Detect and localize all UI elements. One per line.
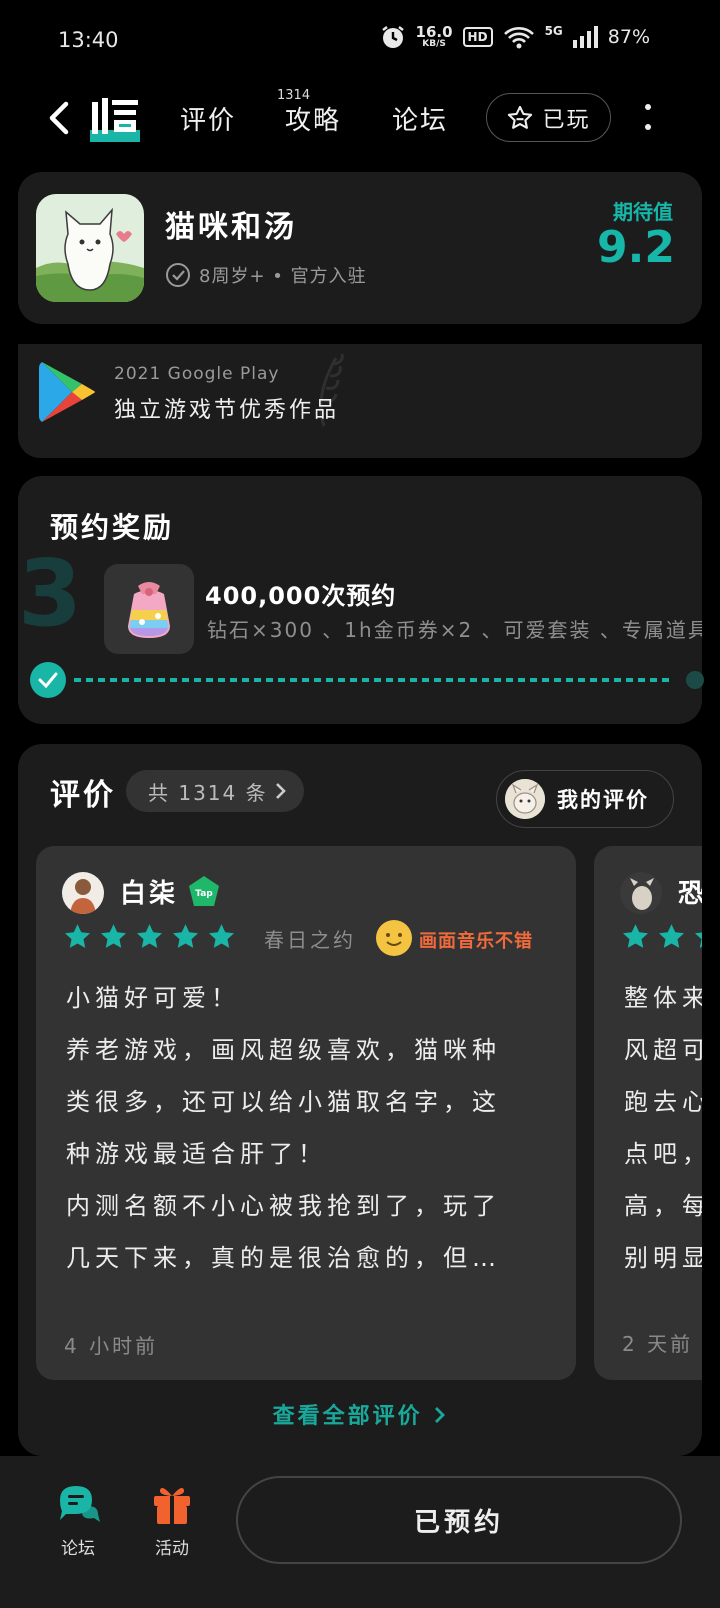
- review-line: 点吧，: [624, 1140, 702, 1168]
- progress-track: [74, 678, 674, 682]
- milestone-title: 400,000次预约: [205, 582, 397, 610]
- reviewer-name: 白柒: [120, 879, 179, 909]
- verified-check-icon: [166, 263, 190, 287]
- game-meta-text: 8周岁+ • 官方入驻: [199, 266, 367, 287]
- smile-emoji-icon: [376, 920, 412, 956]
- wifi-icon: [503, 27, 534, 49]
- review-tag: 春日之约: [264, 928, 356, 952]
- tab-guide[interactable]: 攻略: [285, 100, 341, 137]
- review-time: 2 天前: [622, 1332, 694, 1356]
- star-filled-icon: [65, 924, 90, 948]
- alarm-icon: [381, 26, 404, 48]
- played-label: 已玩: [542, 107, 591, 133]
- gift-icon: [154, 1488, 190, 1524]
- game-icon: [36, 194, 144, 302]
- review-line: 风超可: [624, 1036, 702, 1064]
- activity-button[interactable]: 活动: [132, 1482, 212, 1559]
- review-highlight: 画面音乐不错: [419, 931, 533, 952]
- google-play-icon: [39, 362, 95, 422]
- star-filled-icon: [101, 924, 126, 948]
- milestone-reached-icon: [30, 662, 66, 698]
- my-avatar: [505, 779, 545, 819]
- hd-badge: HD: [462, 27, 493, 47]
- app-logo-icon[interactable]: [90, 96, 140, 142]
- activity-label: 活动: [155, 1539, 189, 1559]
- milestone-rewards: 钻石×300 、1h金币券×2 、可爱套装 、专属道具: [207, 618, 702, 642]
- expectation-score: 9.2: [597, 222, 675, 273]
- forum-label: 论坛: [61, 1539, 95, 1559]
- star-outline-icon: [508, 105, 533, 129]
- reviews-heading: 评价: [50, 778, 116, 813]
- star-filled-icon: [173, 924, 198, 948]
- reward-bag-tile[interactable]: [104, 564, 194, 654]
- chevron-right-icon: [275, 783, 286, 799]
- played-button[interactable]: 已玩: [486, 93, 611, 142]
- net-speed-value: 16.0: [415, 23, 453, 41]
- award-year: 2021 Google Play: [114, 364, 280, 384]
- reserved-label: 已预约: [413, 1507, 504, 1538]
- reviewer-avatar[interactable]: [62, 872, 104, 914]
- review-line: 小猫好可爱！: [66, 984, 240, 1012]
- review-line: 高，每: [624, 1192, 702, 1220]
- tab-reviews[interactable]: 评价: [180, 100, 236, 137]
- milestone-number: 3: [18, 540, 83, 647]
- reviewer-name: 恐: [678, 879, 702, 909]
- see-all-label: 查看全部评价: [272, 1404, 423, 1429]
- forum-chat-icon: [60, 1486, 100, 1522]
- review-line: 种游戏最适合肝了！: [66, 1140, 327, 1168]
- more-options-icon[interactable]: [644, 104, 652, 130]
- review-count-label: 共 1314 条: [148, 780, 268, 805]
- net-speed-unit: KB/S: [422, 39, 446, 49]
- review-count-button[interactable]: 共 1314 条: [126, 770, 304, 812]
- review-time: 4 小时前: [64, 1334, 159, 1358]
- game-title: 猫咪和汤: [165, 210, 297, 245]
- star-filled-icon: [659, 924, 684, 948]
- chevron-right-icon: [435, 1407, 446, 1423]
- star-filled-icon: [137, 924, 162, 948]
- progress-next-dot: [686, 671, 704, 689]
- signal-bars-icon: [572, 26, 598, 48]
- taptap-badge-icon: Tap: [189, 876, 219, 906]
- expectation-label: 期待值: [613, 200, 673, 224]
- review-rating: [620, 922, 702, 952]
- forum-button[interactable]: 论坛: [38, 1482, 118, 1559]
- status-time: 13:40: [58, 28, 119, 52]
- battery-level: 87%: [607, 26, 650, 48]
- tab-forum[interactable]: 论坛: [392, 100, 448, 137]
- review-line: 养老游戏，画风超级喜欢，猫咪种: [66, 1036, 501, 1064]
- see-all-reviews-link[interactable]: 查看全部评价: [0, 1398, 720, 1430]
- my-review-label: 我的评价: [557, 788, 649, 812]
- reserved-button[interactable]: 已预约: [236, 1476, 682, 1564]
- review-line: 内测名额不小心被我抢到了，玩了: [66, 1192, 501, 1220]
- game-meta: 8周岁+ • 官方入驻: [165, 262, 367, 288]
- star-filled-icon: [695, 932, 702, 948]
- back-arrow-icon[interactable]: [44, 100, 72, 136]
- review-line: 整体来: [624, 984, 702, 1012]
- my-review-button[interactable]: 我的评价: [496, 770, 674, 828]
- award-title: 独立游戏节优秀作品: [114, 398, 340, 423]
- signal-5g-label: 5G: [544, 24, 563, 38]
- review-line: 别明显: [624, 1244, 702, 1272]
- gift-bag-icon: [128, 582, 170, 638]
- review-line: 几天下来，真的是很治愈的，但…: [66, 1244, 501, 1272]
- star-filled-icon: [623, 924, 648, 948]
- review-rating: [62, 922, 237, 952]
- review-body: 整体来 风超可 跑去心 点吧， 高，每 别明显: [624, 972, 702, 1284]
- star-filled-icon: [209, 924, 234, 948]
- review-line: 跑去心: [624, 1088, 702, 1116]
- svg-text:Tap: Tap: [195, 889, 213, 899]
- net-speed: 16.0 KB/S: [416, 25, 453, 49]
- status-icons: 16.0 KB/S HD 5G 87%: [380, 24, 650, 50]
- reviewer-avatar[interactable]: [620, 872, 662, 914]
- review-line: 类很多，还可以给小猫取名字，这: [66, 1088, 501, 1116]
- review-card-peek[interactable]: 恐 整体来 风超可 跑去心 点吧， 高，每 别明显 2 天前: [594, 846, 702, 1380]
- review-body: 小猫好可爱！ 养老游戏，画风超级喜欢，猫咪种 类很多，还可以给小猫取名字，这 种…: [66, 972, 501, 1284]
